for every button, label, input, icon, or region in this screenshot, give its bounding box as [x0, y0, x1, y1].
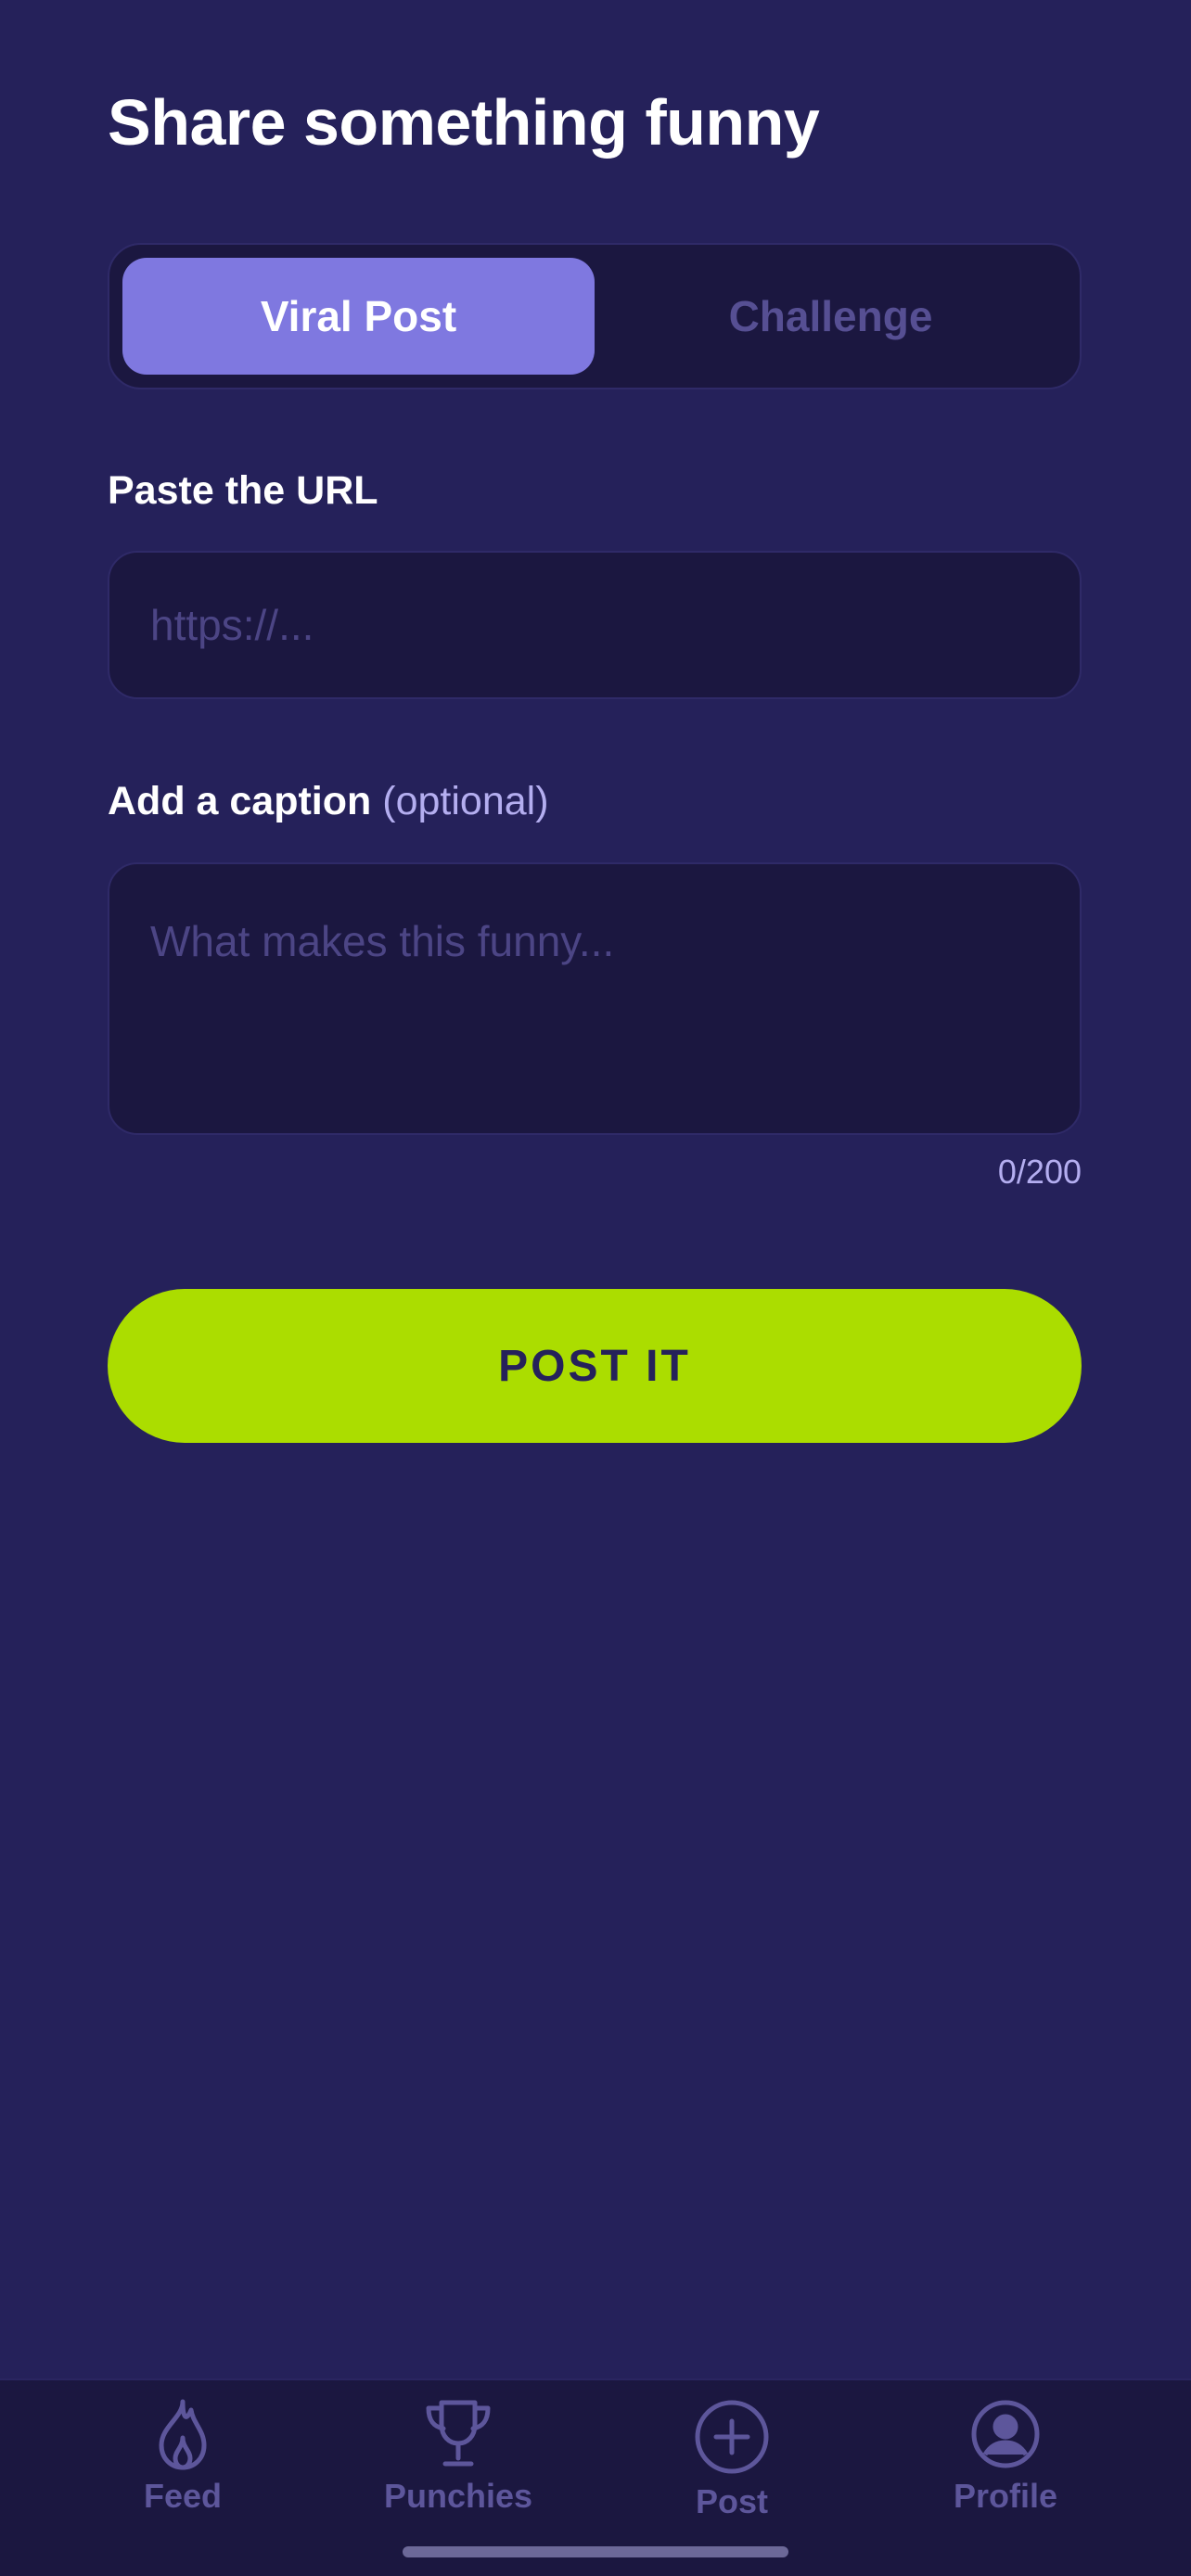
tab-post[interactable]: Post: [583, 2380, 880, 2566]
url-input[interactable]: [108, 551, 1082, 699]
caption-optional-hint: (optional): [382, 779, 549, 823]
post-type-toggle: Viral Post Challenge: [108, 243, 1082, 389]
tab-punchies[interactable]: Punchies: [310, 2380, 607, 2566]
tab-challenge[interactable]: Challenge: [595, 258, 1067, 375]
caption-char-counter: 0/200: [997, 1153, 1082, 1191]
url-label: Paste the URL: [108, 468, 378, 513]
trophy-icon: [426, 2400, 491, 2467]
caption-label-text: Add a caption: [108, 779, 372, 823]
tab-profile[interactable]: Profile: [857, 2380, 1154, 2566]
plus-circle-icon: [695, 2400, 769, 2474]
tab-profile-label: Profile: [953, 2477, 1058, 2515]
user-circle-icon: [971, 2400, 1040, 2468]
post-it-button[interactable]: POST IT: [108, 1289, 1082, 1443]
tab-feed-label: Feed: [143, 2477, 223, 2515]
tab-viral-post[interactable]: Viral Post: [122, 258, 595, 375]
caption-label: Add a caption (optional): [108, 779, 549, 824]
home-indicator[interactable]: [403, 2546, 788, 2557]
tab-post-label: Post: [695, 2482, 768, 2520]
caption-input[interactable]: [108, 862, 1082, 1135]
tab-punchies-label: Punchies: [383, 2477, 533, 2515]
flame-icon: [159, 2399, 207, 2470]
tab-feed[interactable]: Feed: [34, 2380, 331, 2566]
post-screen: Share something funny Viral Post Challen…: [0, 0, 1191, 2576]
page-title: Share something funny: [108, 86, 820, 159]
